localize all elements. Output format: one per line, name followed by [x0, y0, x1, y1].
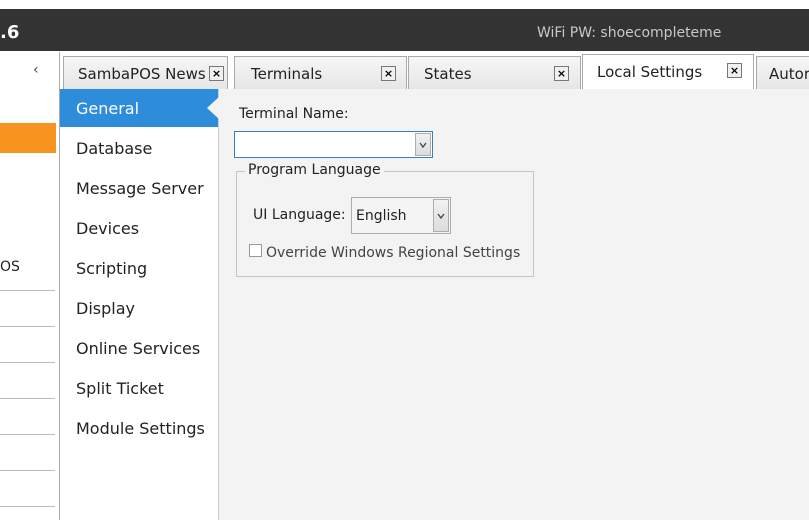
- nav-item-label: Module Settings: [76, 419, 205, 438]
- tab-autor[interactable]: Autor: [756, 56, 809, 89]
- nav-message-server[interactable]: Message Server: [60, 169, 218, 207]
- document-tab-bar: SambaPOS News × Terminals × States × Loc…: [60, 52, 809, 89]
- nav-item-label: Split Ticket: [76, 379, 164, 398]
- tab-label: Local Settings: [597, 63, 703, 81]
- tab-states[interactable]: States ×: [408, 56, 581, 89]
- program-language-group: Program Language UI Language: English Ov…: [236, 162, 534, 277]
- override-regional-checkbox[interactable]: [249, 244, 262, 257]
- nav-general[interactable]: General: [60, 89, 219, 127]
- tab-label: Autor: [769, 65, 809, 83]
- terminal-name-label: Terminal Name:: [239, 106, 349, 122]
- nav-display[interactable]: Display: [60, 289, 218, 327]
- nav-scripting[interactable]: Scripting: [60, 249, 218, 287]
- close-icon[interactable]: ×: [381, 66, 396, 81]
- nav-item-label: General: [76, 99, 140, 118]
- menu-divider: [0, 326, 55, 327]
- app-title-bar: .6 WiFi PW: shoecompleteme: [0, 9, 809, 51]
- nav-item-label: Online Services: [76, 339, 201, 358]
- ui-language-label: UI Language:: [253, 207, 346, 223]
- nav-item-label: Devices: [76, 219, 140, 238]
- nav-item-label: Message Server: [76, 179, 204, 198]
- terminal-name-dropdown[interactable]: [234, 131, 433, 158]
- menu-item-partial-label[interactable]: OS: [0, 259, 20, 275]
- menu-divider: [0, 506, 55, 507]
- menu-divider: [0, 362, 55, 363]
- chevron-down-icon[interactable]: [415, 133, 431, 156]
- override-regional-label[interactable]: Override Windows Regional Settings: [266, 245, 520, 261]
- menu-item-selected[interactable]: [0, 123, 56, 153]
- general-settings-panel: Terminal Name: Program Language UI Langu…: [219, 89, 809, 520]
- ui-language-value: English: [356, 208, 407, 224]
- collapse-menu-button[interactable]: ‹: [33, 62, 39, 78]
- nav-module-settings[interactable]: Module Settings: [60, 409, 218, 447]
- main-menu-strip: ‹ OS: [0, 52, 56, 520]
- menu-divider: [0, 398, 55, 399]
- tab-terminals[interactable]: Terminals ×: [234, 56, 407, 89]
- nav-split-ticket[interactable]: Split Ticket: [60, 369, 218, 407]
- nav-devices[interactable]: Devices: [60, 209, 218, 247]
- selection-arrow-icon: [207, 97, 219, 119]
- menu-divider: [0, 434, 55, 435]
- chevron-down-icon[interactable]: [433, 199, 449, 232]
- nav-item-label: Scripting: [76, 259, 148, 278]
- app-version: .6: [0, 22, 20, 43]
- wifi-password-text: WiFi PW: shoecompleteme: [537, 25, 722, 41]
- close-icon[interactable]: ×: [554, 66, 569, 81]
- top-area: .6 WiFi PW: shoecompleteme: [0, 0, 809, 52]
- tab-label: SambaPOS News: [78, 65, 206, 83]
- menu-divider: [0, 290, 55, 291]
- program-language-title: Program Language: [245, 162, 384, 178]
- tab-sambapos-news[interactable]: SambaPOS News ×: [63, 56, 228, 89]
- settings-navigation: General Database Message Server Devices …: [60, 89, 219, 520]
- nav-item-label: Display: [76, 299, 135, 318]
- nav-database[interactable]: Database: [60, 129, 218, 167]
- nav-item-label: Database: [76, 139, 153, 158]
- menu-divider: [0, 470, 55, 471]
- close-icon[interactable]: ×: [209, 66, 224, 81]
- nav-online-services[interactable]: Online Services: [60, 329, 218, 367]
- tab-label: States: [424, 65, 472, 83]
- tab-label: Terminals: [251, 65, 323, 83]
- tab-local-settings[interactable]: Local Settings ×: [582, 54, 754, 89]
- ui-language-dropdown[interactable]: English: [351, 197, 451, 234]
- close-icon[interactable]: ×: [727, 63, 742, 78]
